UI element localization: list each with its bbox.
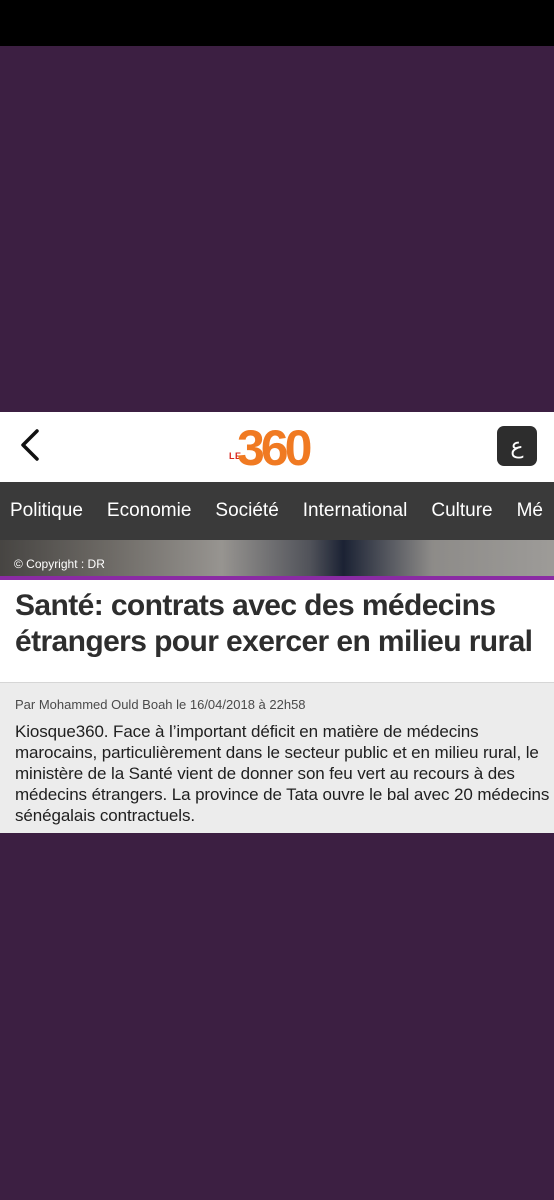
article-body: Par Mohammed Ould Boah le 16/04/2018 à 2… [0, 683, 554, 833]
status-bar [0, 0, 554, 46]
le360-logo[interactable]: LE 360 [228, 418, 328, 478]
nav-item-culture[interactable]: Culture [421, 482, 502, 540]
nav-item-international[interactable]: International [293, 482, 418, 540]
article-byline: Par Mohammed Ould Boah le 16/04/2018 à 2… [15, 697, 306, 712]
app-header: LE 360 ع [0, 412, 554, 482]
article-title: Santé: contrats avec des médecins étrang… [15, 589, 533, 658]
back-button[interactable] [12, 426, 52, 466]
chevron-left-icon [21, 429, 39, 461]
category-nav: Politique Economie Société International Cul… [0, 482, 554, 540]
title-section: Santé: contrats avec des médecins étrang… [0, 580, 554, 682]
arabic-letter-icon: ع [510, 433, 524, 459]
article-screen: LE 360 ع Politique Economie Société Interna… [0, 412, 554, 833]
arabic-language-button[interactable]: ع [497, 426, 537, 466]
image-copyright: © Copyright : DR [14, 557, 105, 571]
nav-item-societe[interactable]: Société [205, 482, 288, 540]
hero-image: © Copyright : DR [0, 540, 554, 576]
nav-item-economie[interactable]: Economie [97, 482, 202, 540]
logo-number: 360 [237, 420, 312, 476]
article-lead: Kiosque360. Face à l’important déficit e… [15, 722, 550, 825]
nav-item-politique[interactable]: Politique [0, 482, 93, 540]
nav-item-media[interactable]: Mé [507, 482, 553, 540]
